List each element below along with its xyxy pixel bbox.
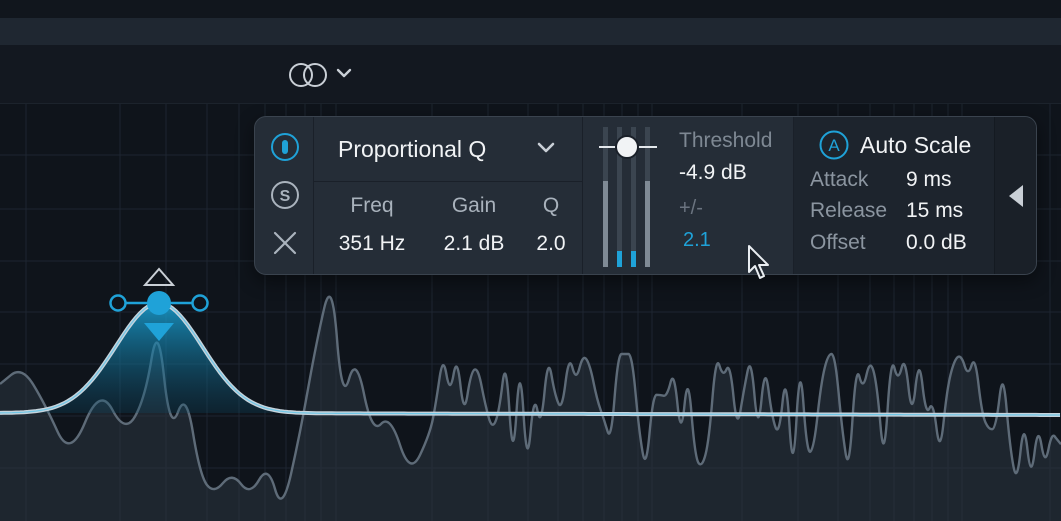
panel-collapse-button[interactable] bbox=[995, 117, 1036, 274]
freq-label: Freq bbox=[350, 194, 394, 217]
release-value[interactable]: 15 ms bbox=[906, 199, 963, 223]
attack-value[interactable]: 9 ms bbox=[906, 168, 952, 192]
stereo-mode-button[interactable] bbox=[286, 59, 358, 91]
freq-param[interactable]: Freq 351 Hz bbox=[324, 182, 420, 274]
band-remove-button[interactable] bbox=[270, 228, 300, 258]
band-shape-column: Proportional Q Freq 351 Hz Gain 2.1 dB Q… bbox=[314, 117, 583, 274]
gain-up-arrow-icon[interactable] bbox=[142, 267, 176, 286]
threshold-range-value[interactable]: 2.1 bbox=[683, 229, 711, 252]
attack-label: Attack bbox=[810, 168, 869, 191]
q-handle-right[interactable] bbox=[191, 294, 209, 312]
offset-value[interactable]: 0.0 dB bbox=[906, 231, 967, 255]
gain-value[interactable]: 2.1 dB bbox=[426, 232, 522, 256]
auto-scale-column: A Auto Scale Attack 9 ms Release 15 ms O… bbox=[794, 117, 995, 274]
triangle-left-icon bbox=[1009, 185, 1023, 207]
auto-scale-icon: A bbox=[819, 130, 849, 160]
band-power-button[interactable] bbox=[270, 132, 300, 162]
auto-scale-label: Auto Scale bbox=[860, 132, 972, 158]
stereo-link-icon bbox=[289, 63, 352, 87]
q-value[interactable]: 2.0 bbox=[522, 232, 580, 256]
q-label: Q bbox=[542, 194, 560, 217]
filter-shape-label: Proportional Q bbox=[338, 136, 487, 162]
toolbar bbox=[0, 45, 1061, 104]
gain-param[interactable]: Gain 2.1 dB bbox=[426, 182, 522, 274]
power-icon bbox=[271, 133, 299, 161]
top-strip bbox=[0, 0, 1061, 18]
auto-scale-toggle[interactable]: A bbox=[818, 129, 850, 161]
threshold-value[interactable]: -4.9 dB bbox=[679, 161, 747, 185]
threshold-meter[interactable] bbox=[597, 123, 661, 271]
header-band bbox=[0, 18, 1061, 45]
offset-label: Offset bbox=[810, 231, 866, 254]
freq-value[interactable]: 351 Hz bbox=[324, 232, 420, 256]
band-node-handle[interactable] bbox=[147, 291, 171, 315]
filter-shape-dropdown[interactable]: Proportional Q bbox=[314, 117, 582, 182]
band-panel: S Proportional Q Freq 351 Hz Gain 2.1 dB… bbox=[254, 116, 1037, 275]
threshold-label: Threshold bbox=[679, 129, 773, 152]
q-param[interactable]: Q 2.0 bbox=[522, 182, 580, 274]
chevron-down-icon bbox=[537, 142, 555, 153]
close-icon bbox=[273, 231, 297, 255]
threshold-column: Threshold -4.9 dB +/- 2.1 bbox=[583, 117, 794, 274]
eq-plugin-window: S Proportional Q Freq 351 Hz Gain 2.1 dB… bbox=[0, 0, 1061, 521]
gain-label: Gain bbox=[451, 194, 497, 217]
chevron-down-icon bbox=[336, 68, 352, 78]
band-solo-button[interactable]: S bbox=[270, 180, 300, 210]
solo-icon: S bbox=[271, 181, 299, 209]
svg-text:S: S bbox=[280, 188, 291, 205]
level-meter-icon bbox=[599, 127, 657, 267]
threshold-range-label: +/- bbox=[679, 197, 703, 219]
q-handle-left[interactable] bbox=[109, 294, 127, 312]
release-label: Release bbox=[810, 199, 888, 222]
band-controls-column: S bbox=[255, 117, 314, 274]
svg-text:A: A bbox=[828, 136, 840, 155]
